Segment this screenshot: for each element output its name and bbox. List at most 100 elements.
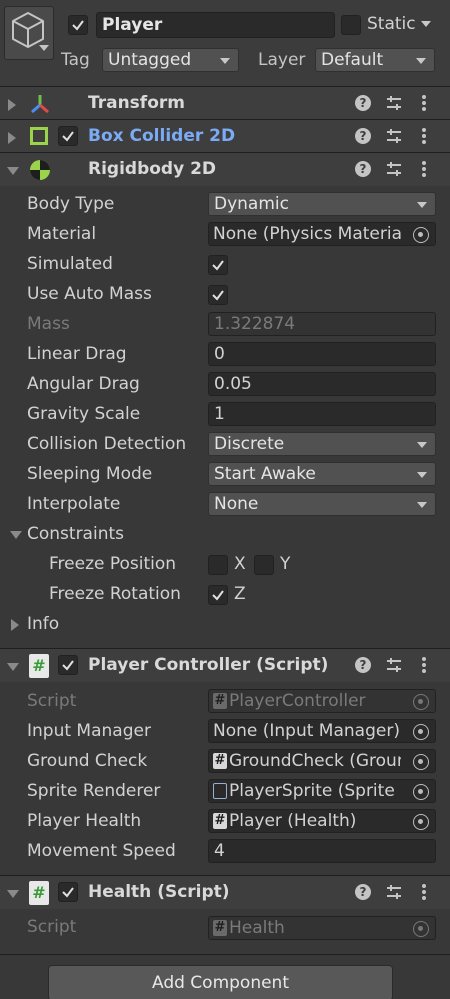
component-title: Health (Script) [88, 882, 230, 902]
mass-label: Mass [27, 314, 70, 334]
interpolate-dropdown[interactable]: None [208, 492, 436, 516]
preset-sliders-icon[interactable] [386, 95, 402, 111]
simulated-label: Simulated [27, 254, 113, 274]
preset-sliders-icon[interactable] [386, 128, 402, 144]
component-title: Rigidbody 2D [88, 159, 217, 179]
constraints-foldout-icon[interactable] [10, 531, 22, 539]
help-icon[interactable]: ? [355, 657, 371, 673]
simulated-checkbox[interactable] [208, 255, 228, 275]
rigidbody-header[interactable]: Rigidbody 2D ? [0, 152, 450, 186]
chevron-down-icon [416, 58, 426, 64]
chevron-down-icon [417, 472, 427, 478]
layer-dropdown[interactable]: Default [315, 48, 435, 72]
checkmark-icon [62, 660, 74, 671]
player-health-value: Player (Health) [229, 811, 357, 831]
more-options-icon[interactable] [421, 94, 427, 112]
tag-value: Untagged [108, 50, 192, 70]
script-ref-icon: # [213, 813, 227, 829]
help-icon[interactable]: ? [355, 128, 371, 144]
static-label: Static [367, 14, 416, 34]
box-collider-header[interactable]: Box Collider 2D ? [0, 119, 450, 153]
cube-icon [12, 12, 44, 48]
info-foldout-icon[interactable] [11, 619, 19, 631]
sprite-renderer-value: PlayerSprite (Sprite [229, 781, 395, 801]
constraints-label[interactable]: Constraints [27, 524, 124, 544]
foldout-arrow-icon[interactable] [7, 663, 19, 671]
mass-input: 1.322874 [208, 312, 436, 336]
more-options-icon[interactable] [421, 883, 427, 901]
chevron-down-icon [417, 202, 427, 208]
script-hash-icon: # [29, 654, 49, 678]
object-name-input[interactable]: Player [96, 12, 335, 38]
sleeping-mode-dropdown[interactable]: Start Awake [208, 462, 436, 486]
body-type-value: Dynamic [214, 194, 289, 214]
freeze-rotation-label: Freeze Rotation [49, 584, 181, 604]
material-label: Material [27, 224, 97, 244]
foldout-arrow-icon[interactable] [8, 99, 16, 111]
input-manager-field[interactable]: None (Input Manager) [208, 719, 436, 743]
sprite-renderer-field[interactable]: PlayerSprite (Sprite [208, 779, 436, 803]
help-icon[interactable]: ? [355, 884, 371, 900]
freeze-position-x-label: X [234, 554, 246, 574]
more-options-icon[interactable] [421, 160, 427, 178]
help-icon[interactable]: ? [355, 161, 371, 177]
object-picker-icon[interactable] [413, 814, 429, 830]
component-enabled-toggle[interactable] [58, 882, 78, 902]
script-value: PlayerController [229, 691, 366, 711]
preset-sliders-icon[interactable] [386, 884, 402, 900]
tag-dropdown[interactable]: Untagged [102, 48, 239, 72]
script-value: Health [229, 918, 285, 938]
chevron-down-icon [39, 45, 49, 51]
object-picker-icon[interactable] [413, 754, 429, 770]
material-field[interactable]: None (Physics Materia [208, 222, 436, 246]
static-dropdown-arrow[interactable] [421, 21, 431, 27]
component-enabled-toggle[interactable] [58, 126, 78, 146]
more-options-icon[interactable] [421, 127, 427, 145]
object-picker-icon[interactable] [413, 227, 429, 243]
active-toggle[interactable] [68, 15, 88, 35]
gravity-scale-input[interactable]: 1 [208, 402, 436, 426]
checkmark-icon [212, 590, 224, 601]
more-options-icon[interactable] [421, 656, 427, 674]
add-component-button[interactable]: Add Component [48, 965, 393, 999]
ground-check-label: Ground Check [27, 751, 148, 771]
component-enabled-toggle[interactable] [58, 655, 78, 675]
preset-sliders-icon[interactable] [386, 161, 402, 177]
sleeping-mode-label: Sleeping Mode [27, 464, 153, 484]
foldout-arrow-icon[interactable] [8, 132, 16, 144]
freeze-rotation-z-label: Z [234, 584, 246, 604]
freeze-position-y-checkbox[interactable] [254, 555, 274, 575]
transform-header[interactable]: Transform ? [0, 86, 450, 120]
object-picker-icon[interactable] [413, 724, 429, 740]
health-script-header[interactable]: # Health (Script) ? [0, 875, 450, 909]
angular-drag-input[interactable]: 0.05 [208, 372, 436, 396]
body-type-dropdown[interactable]: Dynamic [208, 192, 436, 216]
object-picker-icon[interactable] [413, 784, 429, 800]
collision-detection-dropdown[interactable]: Discrete [208, 432, 436, 456]
checkmark-icon [212, 290, 224, 301]
input-manager-label: Input Manager [27, 721, 151, 741]
foldout-arrow-icon[interactable] [7, 890, 19, 898]
help-icon[interactable]: ? [355, 95, 371, 111]
checkmark-icon [62, 887, 74, 898]
transform-icon [31, 95, 49, 114]
ground-check-value: GroundCheck (Groun [229, 751, 401, 771]
script-label: Script [27, 691, 77, 711]
preset-sliders-icon[interactable] [386, 657, 402, 673]
player-health-field[interactable]: # Player (Health) [208, 809, 436, 833]
angular-drag-label: Angular Drag [27, 374, 140, 394]
player-controller-header[interactable]: # Player Controller (Script) ? [0, 648, 450, 682]
ground-check-field[interactable]: # GroundCheck (Groun [208, 749, 436, 773]
movement-speed-input[interactable]: 4 [208, 839, 436, 863]
linear-drag-input[interactable]: 0 [208, 342, 436, 366]
foldout-arrow-icon[interactable] [7, 167, 19, 175]
static-toggle[interactable] [341, 15, 361, 35]
chevron-down-icon [220, 58, 230, 64]
info-label[interactable]: Info [27, 614, 59, 634]
freeze-position-x-checkbox[interactable] [208, 555, 228, 575]
script-icon: # [213, 693, 227, 709]
auto-mass-checkbox[interactable] [208, 285, 228, 305]
component-title: Box Collider 2D [88, 126, 236, 146]
freeze-rotation-z-checkbox[interactable] [208, 585, 228, 605]
gameobject-icon-button[interactable] [4, 6, 54, 60]
